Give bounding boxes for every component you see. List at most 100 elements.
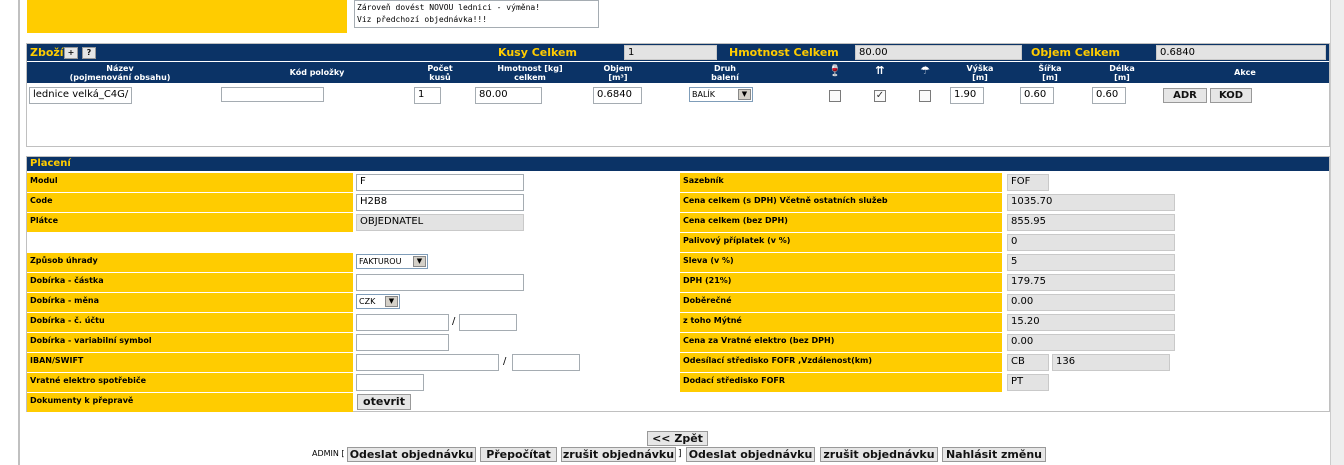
zpusob-select[interactable]: FAKTUROU ▼ xyxy=(356,254,428,269)
add-goods-button[interactable]: + xyxy=(64,47,78,59)
hmotnost-input[interactable]: 80.00 xyxy=(475,87,542,104)
hmotnost-celkem-value: 80.00 xyxy=(855,45,1022,60)
sleva-value: 5 xyxy=(1007,254,1175,271)
payment-title: Placení xyxy=(30,158,71,169)
col-sirka: Šířka [m] xyxy=(1038,64,1062,82)
objem-celkem-label: Objem Celkem xyxy=(1031,46,1120,59)
modul-input[interactable]: F xyxy=(356,174,524,191)
this-way-up-icon: ⇈ xyxy=(875,64,885,77)
vratne-cena-value: 0.00 xyxy=(1007,334,1175,351)
dodaci-label: Dodací středisko FOFR xyxy=(680,373,1002,392)
druh-select-value: BALÍK xyxy=(692,90,716,99)
cena-bez-label: Cena celkem (bez DPH) xyxy=(680,213,1002,232)
swift-input[interactable] xyxy=(512,354,580,371)
iban-separator: / xyxy=(503,356,507,367)
odeslat-objednavku-button[interactable]: Odeslat objednávku xyxy=(686,447,815,462)
kod-button[interactable]: KOD xyxy=(1210,88,1252,103)
pocet-input[interactable]: 1 xyxy=(414,87,441,104)
vratne-input[interactable] xyxy=(356,374,424,391)
palivovy-label: Palivový příplatek (v %) xyxy=(680,233,1002,252)
chevron-down-icon: ▼ xyxy=(385,296,398,307)
col-pocet: Počet kusů xyxy=(427,64,453,82)
adr-button[interactable]: ADR xyxy=(1163,88,1207,103)
admin-bracket-close: ] xyxy=(678,449,682,459)
mytne-label: z toho Mýtné xyxy=(680,313,1002,332)
note-line-1: Zároveň dovést NOVOU lednici - výměna! xyxy=(357,3,541,12)
dobirka-mena-value: CZK xyxy=(359,297,376,306)
col-akce: Akce xyxy=(1234,68,1256,77)
note-textarea[interactable]: Zároveň dovést NOVOU lednici - výměna! V… xyxy=(354,0,599,28)
left-border xyxy=(18,0,20,465)
ucet-banka-input[interactable] xyxy=(459,314,517,331)
fragile-checkbox[interactable] xyxy=(829,90,841,102)
dobirka-vs-input[interactable] xyxy=(356,334,449,351)
sirka-input[interactable]: 0.60 xyxy=(1020,87,1054,104)
odesilaci-label: Odesílací středisko FOFR ,Vzdálenost(km) xyxy=(680,353,1002,372)
dobirka-mena-select[interactable]: CZK ▼ xyxy=(356,294,400,309)
odeslat-objednavku-admin-button[interactable]: Odeslat objednávku xyxy=(347,447,476,462)
doberecne-value: 0.00 xyxy=(1007,294,1175,311)
help-button[interactable]: ? xyxy=(82,47,96,59)
code-label: Code xyxy=(27,193,353,212)
chevron-down-icon: ▼ xyxy=(738,89,751,100)
delka-input[interactable]: 0.60 xyxy=(1092,87,1126,104)
back-button[interactable]: << Zpět xyxy=(647,431,708,446)
dobirka-ucet-label: Dobírka - č. účtu xyxy=(27,313,353,332)
modul-label: Modul xyxy=(27,173,353,192)
objem-celkem-value: 0.6840 xyxy=(1156,45,1326,60)
zpusob-label: Způsob úhrady xyxy=(27,253,353,272)
col-nazev: Název (pojmenování obsahu) xyxy=(69,64,171,82)
platce-label: Plátce xyxy=(27,213,353,232)
vyska-input[interactable]: 1.90 xyxy=(950,87,984,104)
cena-dph-value: 1035.70 xyxy=(1007,194,1175,211)
vratne-label: Vratné elektro spotřebiče xyxy=(27,373,353,392)
druh-select[interactable]: BALÍK ▼ xyxy=(689,87,753,102)
payment-header-bar xyxy=(27,157,1329,171)
dobirka-castka-input[interactable] xyxy=(356,274,524,291)
dokumenty-label: Dokumenty k přepravě xyxy=(27,393,353,412)
admin-label: ADMIN [ xyxy=(312,449,345,458)
col-druh: Druh balení xyxy=(711,64,739,82)
goods-title: Zboží xyxy=(30,46,64,59)
prepocitat-button[interactable]: Přepočítat xyxy=(480,447,557,462)
upright-checkbox[interactable]: ✓ xyxy=(874,90,886,102)
objem-input[interactable]: 0.6840 xyxy=(593,87,642,104)
otevrit-button[interactable]: otevrit xyxy=(357,394,411,410)
zrusit-objednavku-button[interactable]: zrušit objednávku xyxy=(820,447,938,462)
code-input[interactable]: H2B8 xyxy=(356,194,524,211)
note-line-2: Viz předchozí objednávka!!! xyxy=(357,15,488,24)
dobirka-castka-label: Dobírka - částka xyxy=(27,273,353,292)
iban-label: IBAN/SWIFT xyxy=(27,353,353,372)
col-objem: Objem [m³] xyxy=(603,64,633,82)
col-delka: Délka [m] xyxy=(1109,64,1135,82)
odesilaci-value: CB xyxy=(1007,354,1049,371)
dobirka-vs-label: Dobírka - variabilní symbol xyxy=(27,333,353,352)
zpusob-select-value: FAKTUROU xyxy=(359,257,402,266)
scrollbar-track[interactable] xyxy=(1330,0,1344,465)
zrusit-objednavku-admin-button[interactable]: zrušit objednávku xyxy=(561,447,676,462)
palivovy-value: 0 xyxy=(1007,234,1175,251)
kusy-celkem-label: Kusy Celkem xyxy=(498,46,577,59)
ucet-cislo-input[interactable] xyxy=(356,314,449,331)
dph-value: 179.75 xyxy=(1007,274,1175,291)
iban-input[interactable] xyxy=(356,354,499,371)
nahlasit-zmenu-button[interactable]: Nahlásit změnu xyxy=(942,447,1046,462)
mytne-value: 15.20 xyxy=(1007,314,1175,331)
kod-input[interactable] xyxy=(221,87,324,102)
ucet-separator: / xyxy=(452,316,456,327)
dodaci-value: PT xyxy=(1007,374,1049,391)
glass-icon: 🍷 xyxy=(828,64,842,77)
cena-dph-label: Cena celkem (s DPH) Včetně ostatních slu… xyxy=(680,193,1002,212)
vratne-cena-label: Cena za Vratné elektro (bez DPH) xyxy=(680,333,1002,352)
vzdalenost-value: 136 xyxy=(1052,354,1170,371)
col-vyska: Výška [m] xyxy=(966,64,994,82)
nazev-input[interactable]: lednice velká_C4G/ xyxy=(29,87,132,104)
chevron-down-icon: ▼ xyxy=(413,256,426,267)
sazebnik-value: FOF xyxy=(1007,174,1049,191)
dry-checkbox[interactable] xyxy=(919,90,931,102)
umbrella-icon: ☂ xyxy=(920,64,930,77)
platce-value: OBJEDNATEL xyxy=(356,214,524,231)
sazebnik-label: Sazebník xyxy=(680,173,1002,192)
doberecne-label: Doběrečné xyxy=(680,293,1002,312)
hmotnost-celkem-label: Hmotnost Celkem xyxy=(729,46,839,59)
